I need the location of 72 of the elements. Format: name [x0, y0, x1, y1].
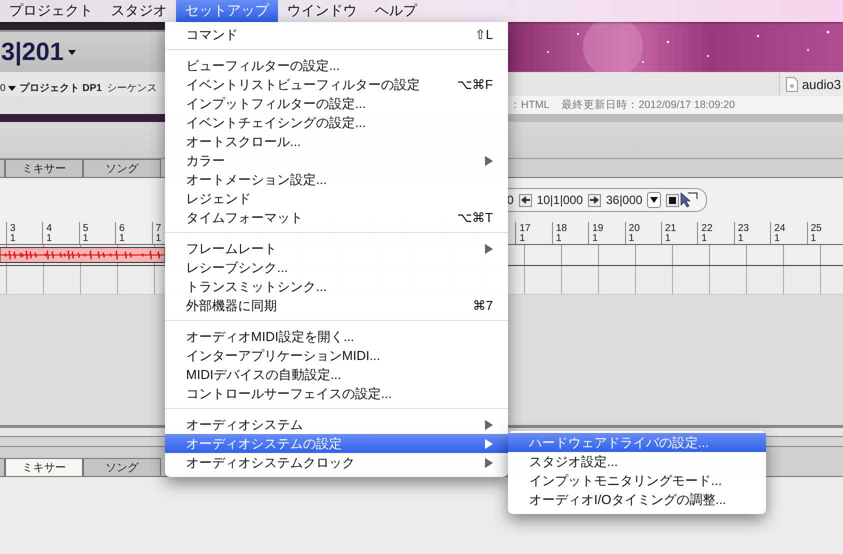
ruler-mark: 24 1: [770, 222, 807, 244]
menu-item[interactable]: オートメーション設定...: [165, 170, 508, 189]
arrow-icon: [590, 196, 599, 204]
document-icon: [786, 76, 798, 92]
menu-item[interactable]: オーディオMIDI設定を開く...: [165, 327, 508, 346]
menu-item[interactable]: オーディオシステム: [165, 415, 508, 434]
ruler-mark: 25 1: [806, 222, 843, 244]
menu-item[interactable]: コマンド ⇧L: [165, 25, 508, 44]
menu-item[interactable]: カラー: [165, 151, 508, 170]
menu-item[interactable]: トランスミットシンク...: [165, 277, 508, 296]
menu-item[interactable]: スタジオ設定...: [508, 452, 766, 471]
current-time: 10|1|000: [536, 193, 583, 207]
tab[interactable]: ミキサー: [5, 458, 83, 476]
ruler-mark: 23 1: [734, 222, 770, 244]
pointer-icon: [680, 192, 698, 208]
counter-menu-caret-icon: [68, 50, 76, 54]
ruler-mark: 19 1: [588, 222, 625, 244]
menu-item[interactable]: インプットフィルターの設定...: [165, 94, 508, 113]
menu-bar-item[interactable]: スタジオ: [102, 0, 176, 22]
position-counter: 3|201: [1, 38, 64, 66]
ruler-mark: 17 1: [515, 222, 552, 244]
menu-item[interactable]: イベントリストビューフィルターの設定 ⌥⌘F: [165, 75, 508, 94]
menu-item[interactable]: コントロールサーフェイスの設定...: [165, 384, 508, 403]
menu-bar-item[interactable]: ヘルプ: [366, 0, 426, 22]
ruler-mark: 5 1: [78, 222, 116, 244]
arrow-icon: [520, 196, 530, 204]
menu-item[interactable]: 外部機器に同期 ⌘7: [165, 296, 508, 315]
rewind-button[interactable]: [518, 194, 532, 206]
tab[interactable]: [0, 458, 5, 476]
menu-item[interactable]: インターアプリケーションMIDI...: [165, 346, 508, 365]
tab[interactable]: ソング: [83, 458, 161, 476]
menu-item[interactable]: オーディオシステムクロック: [165, 453, 508, 472]
shortcut-label: ⌥⌘T: [457, 210, 493, 226]
menu-item[interactable]: オートスクロール...: [165, 132, 508, 151]
menu-bar-item[interactable]: ウインドウ: [278, 0, 366, 22]
tab[interactable]: ソング: [83, 159, 161, 177]
ruler-mark: 6 1: [115, 222, 152, 244]
dropdown-caret-icon: [8, 86, 16, 90]
document-tab[interactable]: audio3: [778, 73, 843, 95]
shortcut-label: ⌘7: [472, 298, 493, 314]
dropdown-button[interactable]: [647, 192, 662, 208]
menu-item[interactable]: オーディオI/Oタイミングの調整...: [508, 490, 766, 509]
menu-item[interactable]: イベントチェイシングの設定...: [165, 113, 508, 132]
square-icon: [669, 196, 676, 204]
end-time: 36|000: [606, 193, 642, 207]
tab[interactable]: ミキサー: [5, 159, 83, 177]
menu-item[interactable]: ビューフィルターの設定...: [165, 56, 508, 75]
caret-icon: [650, 197, 658, 203]
ruler-mark: 20 1: [624, 222, 662, 244]
menu-item[interactable]: MIDIデバイスの自動設定...: [165, 365, 508, 384]
menu-item[interactable]: レジェンド: [165, 189, 508, 208]
sequence-label: シーケンス: [106, 82, 157, 95]
menu-item[interactable]: ハードウェアドライバの設定...: [508, 433, 766, 452]
shortcut-label: ⌥⌘F: [457, 76, 493, 92]
menu-item[interactable]: オーディオシステムの設定: [165, 434, 508, 453]
menu-item[interactable]: レシーブシンク...: [165, 258, 508, 277]
menu-item[interactable]: インプットモニタリングモード...: [508, 471, 766, 490]
project-label: プロジェクト DP1: [20, 81, 102, 95]
modified-date: 最終更新日時：2012/09/17 18:09:20: [562, 98, 735, 112]
ruler-mark: 18 1: [552, 222, 588, 244]
ruler-mark: 22 1: [697, 222, 734, 244]
menu-bar-item[interactable]: セットアップ: [176, 0, 278, 22]
value-label: 0: [0, 82, 6, 94]
stop-button[interactable]: [666, 194, 680, 206]
tab[interactable]: [0, 159, 5, 177]
ruler-mark: 3 1: [6, 222, 42, 244]
ruler-mark: 21 1: [661, 222, 698, 244]
ruler-mark: 4 1: [42, 222, 79, 244]
format-label: ：HTML: [510, 98, 550, 112]
forward-button[interactable]: [588, 194, 601, 206]
shortcut-label: ⇧L: [474, 26, 493, 42]
menu-bar-item[interactable]: プロジェクト: [0, 0, 102, 22]
